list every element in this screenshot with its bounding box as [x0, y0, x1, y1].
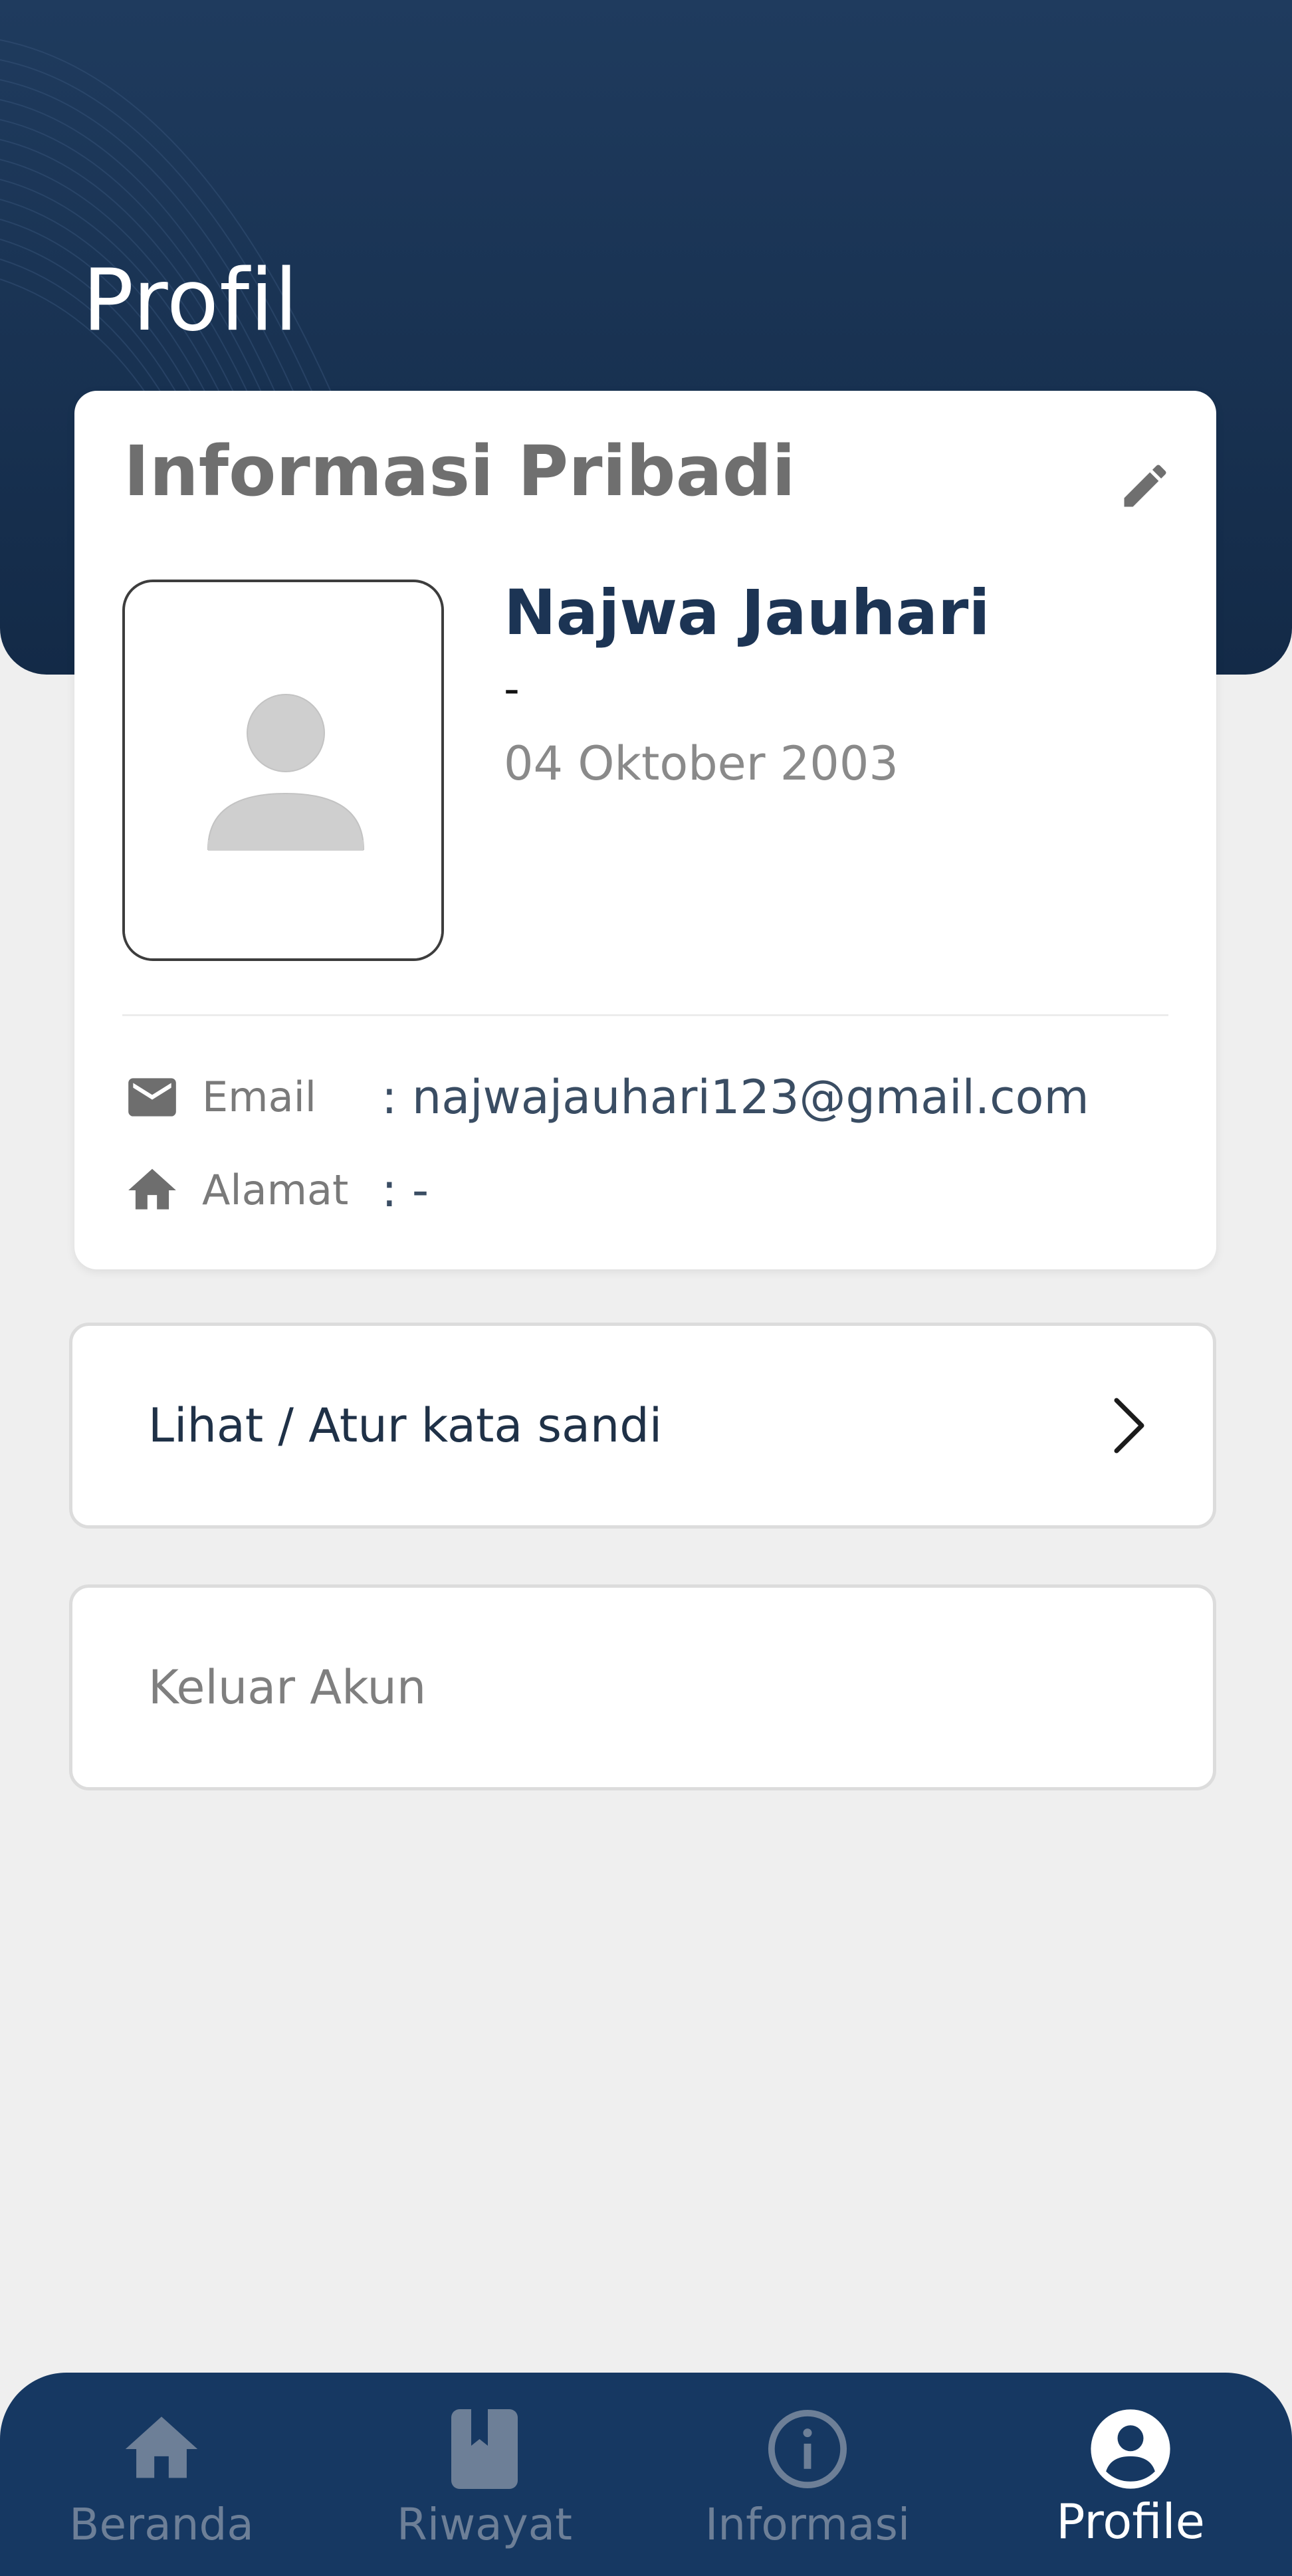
email-value: : najwajauhari123@gmail.com — [381, 1070, 1089, 1125]
chevron-right-icon — [1089, 1386, 1169, 1465]
bookmark-book-icon — [441, 2406, 528, 2492]
nav-label-beranda: Beranda — [69, 2499, 254, 2550]
email-label: Email — [202, 1073, 317, 1121]
nav-label-riwayat: Riwayat — [397, 2499, 572, 2550]
email-row: Email : najwajauhari123@gmail.com — [122, 1061, 1089, 1134]
profile-name: Najwa Jauhari — [504, 577, 990, 649]
home-icon — [118, 2406, 205, 2492]
address-value: : - — [381, 1163, 429, 1218]
logout-button[interactable]: Keluar Akun — [69, 1584, 1216, 1790]
nav-item-beranda[interactable]: Beranda — [0, 2373, 323, 2576]
avatar[interactable] — [122, 580, 444, 961]
bottom-navigation: Beranda Riwayat Informasi Profile — [0, 2373, 1292, 2576]
change-password-label: Lihat / Atur kata sandi — [148, 1398, 663, 1453]
divider — [122, 1014, 1168, 1016]
profile-subtitle: - — [504, 663, 520, 714]
change-password-button[interactable]: Lihat / Atur kata sandi — [69, 1323, 1216, 1529]
mail-icon — [122, 1067, 182, 1127]
pencil-icon — [1124, 465, 1166, 507]
edit-profile-button[interactable] — [1109, 449, 1182, 522]
info-circle-icon — [764, 2406, 851, 2492]
nav-item-riwayat[interactable]: Riwayat — [323, 2373, 646, 2576]
page-title: Profil — [82, 251, 299, 350]
personal-info-card: Informasi Pribadi Najwa Jauhari - 04 Okt… — [74, 391, 1216, 1269]
nav-item-informasi[interactable]: Informasi — [646, 2373, 969, 2576]
profile-birth-date: 04 Oktober 2003 — [504, 736, 899, 791]
address-row: Alamat : - — [122, 1154, 429, 1227]
logout-label: Keluar Akun — [148, 1660, 427, 1715]
person-placeholder-icon — [125, 682, 441, 958]
home-icon — [122, 1160, 182, 1220]
nav-label-informasi: Informasi — [704, 2499, 911, 2550]
nav-label-profile: Profile — [1056, 2494, 1205, 2549]
nav-item-profile[interactable]: Profile — [969, 2373, 1292, 2576]
account-circle-icon — [1087, 2406, 1174, 2492]
card-title: Informasi Pribadi — [124, 431, 796, 512]
address-label: Alamat — [202, 1166, 349, 1214]
